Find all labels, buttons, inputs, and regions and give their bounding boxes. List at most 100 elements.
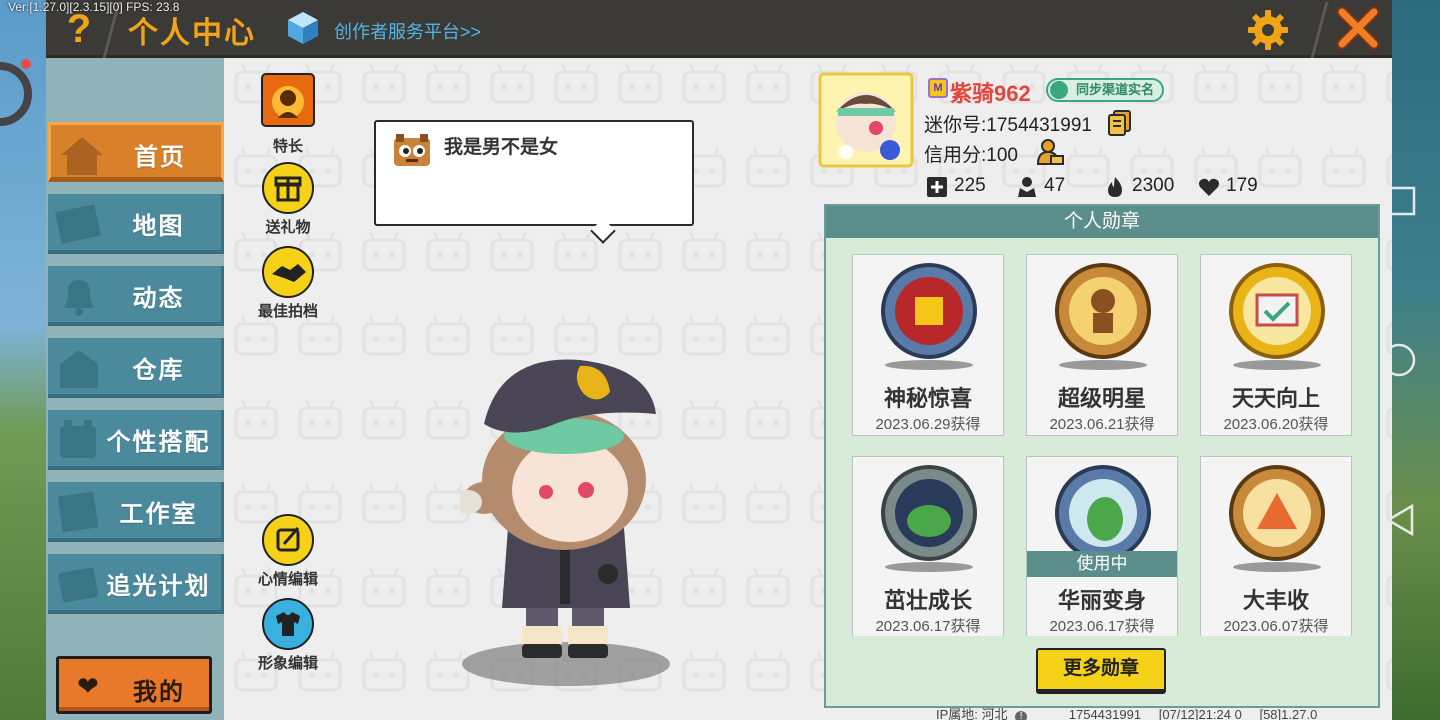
badge-date: 2023.06.17获得 (1049, 618, 1155, 635)
footer-time: [07/12]21:24 0 (1158, 707, 1242, 720)
badge-card[interactable]: 大丰收 2023.06.07获得 (1200, 456, 1352, 636)
nav-item-label: 地图 (132, 213, 185, 240)
nav-item-outfit[interactable]: 个性搭配 (48, 410, 224, 470)
mystery-gift-medal-icon (881, 263, 977, 370)
badge-name: 华丽变身 (1057, 588, 1146, 613)
badges-header: 个人勋章 (826, 206, 1378, 238)
growth-medal-icon (881, 465, 977, 572)
best-partner-button[interactable]: 最佳拍档 (248, 246, 328, 321)
nav-item-label: 动态 (132, 285, 185, 312)
badge-date: 2023.06.29获得 (875, 416, 981, 433)
username: 紫骑962 (950, 81, 1031, 106)
heart-hands-icon (1199, 178, 1219, 196)
footer-build: [58]1.27.0 (1259, 707, 1318, 720)
badge-date: 2023.06.21获得 (1049, 416, 1155, 433)
badge-date: 2023.06.07获得 (1223, 618, 1329, 635)
nav-item-label: 仓库 (132, 357, 185, 384)
top-bar: ? 个人中心 创作者服务平台>> (46, 0, 1392, 58)
avatar-edit-label: 形象编辑 (257, 655, 318, 672)
version-text: Ver:[1.27.0][2.3.15][0] FPS: 23.8 (8, 0, 180, 14)
topbar-divider-right (1310, 2, 1329, 58)
badges-grid: 神秘惊喜 2023.06.29获得 超级明星 2023.06.21获得 天天向上… (826, 250, 1378, 636)
specialty-fire-icon (261, 73, 315, 127)
my-button-label: 我的 (133, 679, 185, 706)
mood-edit-label: 心情编辑 (257, 571, 318, 588)
badge-card[interactable]: 神秘惊喜 2023.06.29获得 (852, 254, 1004, 436)
creator-platform-link[interactable]: 创作者服务平台>> (334, 18, 481, 44)
nav-item-label: 首页 (134, 144, 186, 171)
handshake-icon (262, 246, 314, 298)
fans-icon (1018, 177, 1036, 197)
badge-name: 超级明星 (1057, 386, 1146, 411)
badges-panel: 个人勋章 神秘惊喜 2023.06.29获得 超级明星 2023.06.21获得… (824, 204, 1380, 708)
mood-face-icon (394, 134, 430, 166)
likes-stat[interactable]: 179 (1198, 174, 1278, 200)
ip-location: IP属地: 河北 (936, 707, 1008, 720)
sync-badge-label: 同步渠道实名 (1076, 82, 1155, 97)
harvest-medal-icon (1229, 465, 1325, 572)
nav-item-feed[interactable]: 动态 (48, 266, 224, 326)
nav-item-label: 个性搭配 (106, 429, 211, 456)
player-avatar-character[interactable] (460, 344, 674, 690)
credit-score: 信用分:100 (924, 145, 1018, 166)
badge-name: 神秘惊喜 (883, 386, 972, 411)
specialty-label: 特长 (272, 138, 303, 155)
send-gift-button[interactable]: 送礼物 (248, 162, 328, 237)
edit-pencil-icon (262, 514, 314, 566)
add-friend-icon (927, 177, 947, 197)
avatar-edit-button[interactable]: 形象编辑 (248, 598, 328, 673)
daily-progress-medal-icon (1229, 263, 1325, 370)
mood-speech-bubble[interactable]: 我是男不是女 (374, 120, 694, 244)
avatar-edit-icon (262, 598, 314, 650)
credit-person-icon[interactable] (1036, 138, 1064, 166)
badge-card[interactable]: 使用中 华丽变身 2023.06.17获得 (1026, 456, 1178, 636)
best-partner-label: 最佳拍档 (257, 303, 318, 320)
badge-name: 天天向上 (1231, 386, 1320, 411)
vip-badge: M (928, 78, 948, 98)
friends-count: 225 (954, 175, 986, 196)
mood-edit-button[interactable]: 心情编辑 (248, 514, 328, 589)
copy-icon[interactable] (1108, 110, 1132, 136)
nav-item-home[interactable]: 首页 (48, 122, 224, 182)
specialty-button[interactable]: 特长 (248, 72, 328, 156)
creator-cube-icon[interactable] (286, 10, 320, 46)
likes-count: 179 (1226, 175, 1258, 196)
profile-avatar[interactable] (818, 72, 914, 168)
more-badges-button[interactable]: 更多勋章 (1036, 648, 1166, 694)
nav-item-lightchase[interactable]: 追光计划 (48, 554, 224, 614)
fans-stat[interactable]: 47 (1016, 174, 1096, 200)
person-icon (1050, 81, 1068, 99)
popularity-stat[interactable]: 2300 (1104, 174, 1204, 200)
badge-card[interactable]: 茁壮成长 2023.06.17获得 (852, 456, 1004, 636)
nav-item-studio[interactable]: 工作室 (48, 482, 224, 542)
footer-id: 1754431991 (1068, 707, 1142, 720)
close-icon[interactable] (1336, 6, 1380, 50)
sync-realname-badge[interactable]: 同步渠道实名 (1046, 78, 1165, 102)
nav-item-label: 追光计划 (106, 573, 211, 600)
badge-name: 大丰收 (1242, 588, 1309, 613)
info-icon[interactable]: ! (1015, 711, 1028, 720)
badge-name: 茁壮成长 (883, 588, 972, 613)
nav-item-warehouse[interactable]: 仓库 (48, 338, 224, 398)
fans-count: 47 (1044, 175, 1066, 196)
edge-ring-decoration (0, 59, 33, 126)
superstar-medal-icon (1055, 263, 1151, 370)
mini-id: 迷你号:1754431991 (924, 115, 1092, 136)
left-nav: 首页 地图 动态 仓库 个性搭配 工作室 追光计划 ❤ 我的 (46, 58, 224, 720)
badge-card[interactable]: 天天向上 2023.06.20获得 (1200, 254, 1352, 436)
badge-card[interactable]: 超级明星 2023.06.21获得 (1026, 254, 1178, 436)
settings-gear-icon[interactable] (1246, 8, 1290, 52)
fire-icon (1108, 177, 1122, 197)
send-gift-label: 送礼物 (265, 219, 311, 236)
my-button[interactable]: ❤ 我的 (56, 656, 212, 714)
main-panel: 特长 送礼物 最佳拍档 心情编辑 形象编辑 我是男不是女 M 紫骑962 同步渠… (224, 58, 1392, 720)
popularity-count: 2300 (1132, 175, 1175, 196)
heart-icon: ❤ (77, 671, 99, 701)
gift-icon (262, 162, 314, 214)
friends-stat[interactable]: 225 (926, 174, 1006, 200)
footer-info: IP属地: 河北 ! 1754431991 [07/12]21:24 0 [58… (936, 704, 1317, 720)
badge-date: 2023.06.20获得 (1223, 416, 1329, 433)
nav-item-map[interactable]: 地图 (48, 194, 224, 254)
page-title: 个人中心 (128, 17, 256, 50)
badge-date: 2023.06.17获得 (875, 618, 981, 635)
